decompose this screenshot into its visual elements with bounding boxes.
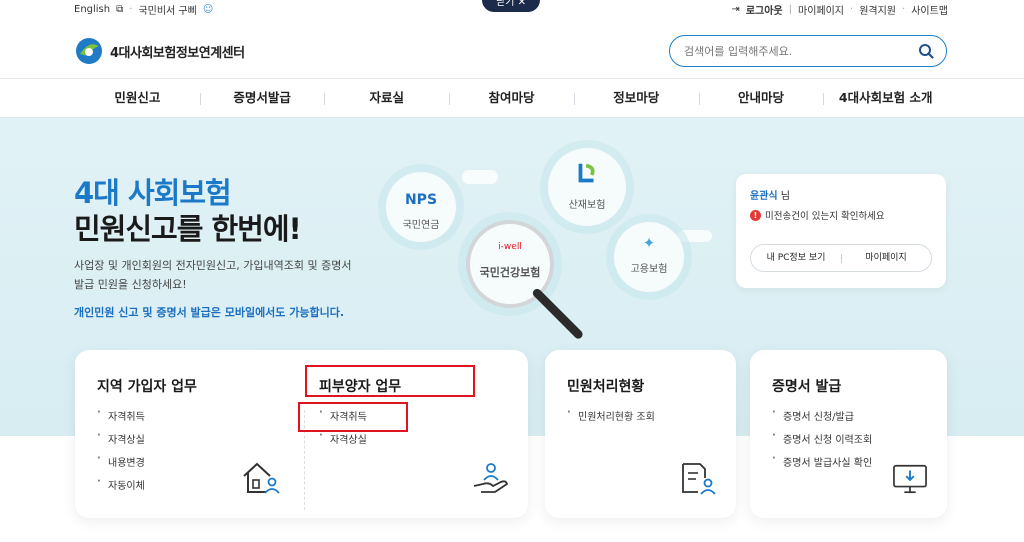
ei-label: 고용보험 bbox=[630, 264, 668, 275]
document-user-icon bbox=[682, 463, 716, 495]
nps-bubble: NPS 국민연금 bbox=[386, 172, 456, 242]
logo-text: 4대사회보험정보연계센터 bbox=[110, 45, 245, 61]
utility-separator: · bbox=[129, 4, 133, 15]
utility-separator: | bbox=[788, 4, 792, 15]
english-link[interactable]: English bbox=[74, 4, 110, 15]
header: 4대사회보험정보연계센터 bbox=[0, 20, 1024, 78]
cert-item-verify[interactable]: 증명서 발급사실 확인 bbox=[772, 453, 872, 477]
nav-item-civil-report[interactable]: 민원신고 bbox=[75, 79, 200, 117]
comwel-logo-icon bbox=[578, 163, 595, 183]
regional-item-change[interactable]: 내용변경 bbox=[97, 453, 145, 477]
site-logo[interactable]: 4대사회보험정보연계센터 bbox=[74, 36, 245, 66]
monitor-download-icon bbox=[893, 464, 927, 494]
highlight-dependent-title bbox=[305, 365, 475, 397]
certificate-card: 증명서 발급 증명서 신청/발급 증명서 신청 이력조회 증명서 발급사실 확인 bbox=[750, 350, 947, 518]
nav-item-guide[interactable]: 안내마당 bbox=[698, 79, 824, 117]
nav-item-resources[interactable]: 자료실 bbox=[324, 79, 449, 117]
unsent-alert-text: 미전송건이 있는지 확인하세요 bbox=[765, 211, 885, 222]
user-suffix: 님 bbox=[780, 191, 790, 202]
mypage-link[interactable]: 마이페이지 bbox=[798, 2, 844, 17]
hero-description: 사업장 및 개인회원의 전자민원신고, 가입내역조회 및 증명서 발급 민원을 … bbox=[74, 259, 352, 291]
nav-item-participation[interactable]: 참여마당 bbox=[449, 79, 574, 117]
gubbi-link[interactable]: 국민비서 구삐 bbox=[138, 2, 196, 17]
hero-title-line2: 민원신고를 한번에! bbox=[74, 212, 302, 246]
dependent-item-lose[interactable]: 자격상실 bbox=[319, 430, 367, 454]
regional-list: 자격취득 자격상실 내용변경 자동이체 bbox=[97, 407, 145, 500]
alert-icon: ! bbox=[750, 209, 761, 221]
logo-mark-icon bbox=[76, 38, 102, 64]
logout-link[interactable]: 로그아웃 bbox=[746, 2, 783, 17]
certificate-card-title: 증명서 발급 bbox=[772, 379, 842, 395]
close-banner-button[interactable]: 닫기 ✕ bbox=[482, 0, 540, 12]
ei-logo-icon: ✦ bbox=[642, 234, 656, 252]
pc-info-button[interactable]: 내 PC정보 보기 bbox=[751, 245, 841, 271]
nhis-logo-text: i-well bbox=[498, 242, 522, 252]
user-info-panel: 윤관식 님 ! 미전송건이 있는지 확인하세요 내 PC정보 보기 마이페이지 bbox=[736, 174, 946, 288]
user-mypage-button[interactable]: 마이페이지 bbox=[841, 245, 931, 271]
cert-item-history[interactable]: 증명서 신청 이력조회 bbox=[772, 430, 872, 454]
status-list: 민원처리현황 조회 bbox=[567, 407, 655, 431]
search-icon[interactable] bbox=[918, 43, 934, 59]
main-nav: 민원신고 증명서발급 자료실 참여마당 정보마당 안내마당 4대사회보험 소개 bbox=[0, 78, 1024, 118]
search-input[interactable] bbox=[684, 42, 904, 60]
cloud-decoration bbox=[462, 170, 498, 184]
user-buttons: 내 PC정보 보기 마이페이지 bbox=[750, 244, 932, 272]
nps-logo-text: NPS bbox=[404, 192, 438, 208]
comwel-label: 산재보험 bbox=[568, 200, 606, 211]
regional-card-title: 지역 가입자 업무 bbox=[97, 379, 197, 395]
ei-bubble: ✦ 고용보험 bbox=[614, 222, 684, 292]
nhis-label: 국민건강보험 bbox=[479, 266, 541, 279]
highlight-dependent-acquire bbox=[298, 402, 408, 432]
status-card: 민원처리현황 민원처리현황 조회 bbox=[545, 350, 736, 518]
utility-bar: English ⧉ · 국민비서 구삐 ☺ 닫기 ✕ ⇥ 로그아웃 | 마이페이… bbox=[0, 0, 1024, 20]
utility-separator: · bbox=[902, 4, 906, 15]
comwel-bubble: 산재보험 bbox=[548, 148, 626, 226]
remote-support-link[interactable]: 원격지원 bbox=[859, 2, 896, 17]
gubbi-icon: ☺ bbox=[202, 4, 214, 15]
nav-item-about[interactable]: 4대사회보험 소개 bbox=[823, 79, 948, 117]
external-link-icon: ⧉ bbox=[116, 4, 124, 15]
regional-item-lose[interactable]: 자격상실 bbox=[97, 430, 145, 454]
status-card-title: 민원처리현황 bbox=[567, 379, 645, 395]
user-greeting: 윤관식 님 bbox=[750, 187, 790, 202]
nps-label: 국민연금 bbox=[402, 220, 440, 231]
cert-item-apply[interactable]: 증명서 신청/발급 bbox=[772, 407, 872, 431]
mobile-notice: 개인민원 신고 및 증명서 발급은 모바일에서도 가능합니다. bbox=[74, 306, 345, 319]
user-name: 윤관식 bbox=[750, 191, 778, 202]
sitemap-link[interactable]: 사이트맵 bbox=[911, 2, 948, 17]
unsent-alert[interactable]: ! 미전송건이 있는지 확인하세요 bbox=[750, 208, 885, 222]
logout-icon: ⇥ bbox=[731, 4, 740, 15]
search-box bbox=[669, 35, 947, 67]
regional-item-acquire[interactable]: 자격취득 bbox=[97, 407, 145, 431]
status-item-lookup[interactable]: 민원처리현황 조회 bbox=[567, 407, 655, 431]
hand-user-icon bbox=[473, 463, 509, 493]
regional-item-autopay[interactable]: 자동이체 bbox=[97, 476, 145, 500]
certificate-list: 증명서 신청/발급 증명서 신청 이력조회 증명서 발급사실 확인 bbox=[772, 407, 872, 477]
house-user-icon bbox=[243, 462, 280, 494]
nav-item-information[interactable]: 정보마당 bbox=[573, 79, 699, 117]
magnifier-handle-icon bbox=[532, 288, 583, 339]
nav-item-certificate[interactable]: 증명서발급 bbox=[199, 79, 325, 117]
utility-separator: · bbox=[850, 4, 854, 15]
